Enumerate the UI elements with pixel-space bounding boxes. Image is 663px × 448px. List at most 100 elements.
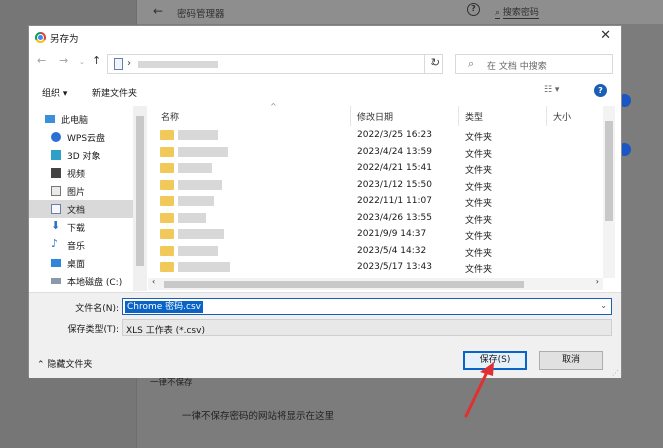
table-row[interactable]: 2022/3/25 16:23 文件夹 — [148, 127, 598, 144]
nav-item-downloads[interactable]: ⬇ 下载 — [29, 218, 133, 236]
row-date: 2023/5/4 14:32 — [357, 245, 427, 256]
file-list-horizontal-scrollbar[interactable]: ‹ › — [148, 277, 603, 290]
nav-item-music[interactable]: ♪ 音乐 — [29, 236, 133, 254]
folder-icon — [160, 212, 174, 223]
background-header: ← 密码管理器 ? ⌕ 搜索密码 — [137, 0, 663, 24]
navigation-pane: 此电脑 WPS云盘 3D 对象 视频 图片 文档 ⬇ 下载 ♪ 音乐 桌面 本地… — [29, 106, 147, 291]
forward-icon[interactable]: → — [59, 54, 68, 67]
table-row[interactable]: 2023/5/4 14:32 文件夹 — [148, 243, 598, 260]
save-as-dialog: 另存为 ✕ ← → ⌄ ↑ › ⌄ ↻ ⌕ 在 文档 中搜索 组织 ▾ 新建文件… — [28, 25, 622, 378]
view-options-icon[interactable]: ☷ ▾ — [544, 85, 559, 95]
nav-item-label: 桌面 — [67, 260, 86, 270]
back-icon[interactable]: ← — [37, 54, 46, 67]
folder-icon — [160, 179, 174, 190]
nav-item-local-disk-c[interactable]: 本地磁盘 (C:) — [29, 272, 133, 290]
row-type: 文件夹 — [465, 265, 493, 275]
up-icon[interactable]: ↑ — [92, 54, 101, 67]
nav-item-label: WPS云盘 — [67, 134, 106, 144]
row-date: 2022/3/25 16:23 — [357, 130, 432, 140]
table-row[interactable]: 2023/4/24 13:59 文件夹 — [148, 144, 598, 161]
recent-chevron-icon[interactable]: ⌄ — [79, 58, 85, 66]
resize-grip-icon[interactable]: ⋰ — [612, 369, 619, 377]
row-date: 2022/11/1 11:07 — [357, 196, 432, 206]
help-icon[interactable]: ? — [467, 3, 480, 16]
navigation-bar: ← → ⌄ ↑ › ⌄ ↻ ⌕ 在 文档 中搜索 — [29, 54, 621, 74]
folder-search-placeholder: 在 文档 中搜索 — [487, 62, 547, 72]
row-date: 2023/1/12 15:50 — [357, 179, 432, 190]
scrollbar-thumb[interactable] — [136, 116, 144, 266]
blurred-filename — [178, 262, 230, 272]
organize-button[interactable]: 组织 ▾ — [42, 86, 67, 99]
table-row[interactable]: 2023/4/26 13:55 文件夹 — [148, 210, 598, 227]
dialog-titlebar: 另存为 ✕ — [29, 26, 621, 48]
folder-icon — [160, 163, 174, 173]
column-divider[interactable] — [546, 106, 547, 126]
desktop-icon — [51, 259, 61, 267]
help-icon[interactable]: ? — [594, 84, 607, 97]
sort-arrow-icon: ^ — [270, 102, 277, 111]
blurred-filename — [178, 130, 218, 140]
refresh-icon[interactable]: ↻ — [424, 54, 446, 74]
filetype-select[interactable]: XLS 工作表 (*.csv) ⌄ — [122, 319, 612, 336]
folder-search-input[interactable]: ⌕ 在 文档 中搜索 — [455, 54, 613, 74]
blurred-filename — [178, 179, 222, 190]
nav-item-pictures[interactable]: 图片 — [29, 182, 133, 200]
close-icon[interactable]: ✕ — [600, 28, 611, 43]
hide-folders-label: 隐藏文件夹 — [47, 360, 93, 370]
music-icon: ♪ — [51, 237, 59, 250]
scrollbar-thumb[interactable] — [605, 121, 613, 221]
table-row[interactable]: 2023/1/12 15:50 文件夹 — [148, 177, 598, 194]
scrollbar-thumb[interactable] — [164, 281, 524, 288]
nav-item-label: 视频 — [67, 170, 86, 180]
filename-value: Chrome 密码.csv — [125, 301, 203, 313]
scroll-right-icon[interactable]: › — [596, 277, 599, 286]
address-bar[interactable]: › ⌄ — [107, 54, 443, 74]
row-type: 文件夹 — [465, 199, 493, 209]
nav-item-label: 3D 对象 — [67, 152, 101, 162]
row-date: 2023/4/26 13:55 — [357, 212, 432, 223]
row-date: 2023/4/24 13:59 — [357, 146, 432, 157]
breadcrumb-separator-icon: › — [127, 58, 131, 69]
filename-label: 文件名(N): — [75, 304, 119, 314]
file-list-vertical-scrollbar[interactable] — [603, 106, 615, 278]
filename-dropdown-icon[interactable]: ⌄ — [600, 301, 607, 310]
table-row[interactable]: 2022/11/1 11:07 文件夹 — [148, 193, 598, 210]
table-row[interactable]: 2023/5/17 13:43 文件夹 — [148, 259, 598, 276]
filename-input[interactable]: Chrome 密码.csv ⌄ — [122, 298, 612, 315]
new-folder-button[interactable]: 新建文件夹 — [92, 86, 137, 99]
table-row[interactable]: 2022/4/21 15:41 文件夹 — [148, 160, 598, 177]
hide-folders-toggle[interactable]: ⌃ 隐藏文件夹 — [37, 357, 92, 370]
column-divider[interactable] — [458, 106, 459, 126]
drive-icon — [51, 278, 61, 284]
command-bar: 组织 ▾ 新建文件夹 ☷ ▾ ? — [29, 81, 621, 103]
row-type: 文件夹 — [465, 182, 493, 193]
nav-item-wps-cloud[interactable]: WPS云盘 — [29, 128, 133, 146]
row-date: 2023/5/17 13:43 — [357, 262, 432, 272]
search-icon: ⌕ — [495, 8, 501, 19]
nav-item-3d-objects[interactable]: 3D 对象 — [29, 146, 133, 164]
cancel-button[interactable]: 取消 — [539, 351, 603, 370]
filetype-dropdown-icon[interactable]: ⌄ — [126, 322, 607, 331]
row-date: 2022/4/21 15:41 — [357, 163, 432, 173]
column-divider[interactable] — [350, 106, 351, 126]
nav-item-documents[interactable]: 文档 — [29, 200, 133, 218]
nav-pane-scrollbar[interactable] — [133, 106, 147, 291]
back-arrow-icon[interactable]: ← — [153, 4, 163, 18]
folder-icon — [160, 130, 174, 140]
nav-item-videos[interactable]: 视频 — [29, 164, 133, 182]
blurred-filename — [178, 212, 206, 223]
nav-item-label: 音乐 — [67, 242, 86, 252]
nav-item-desktop[interactable]: 桌面 — [29, 254, 133, 272]
blurred-filename — [178, 196, 214, 206]
table-row[interactable]: 2021/9/9 14:37 文件夹 — [148, 226, 598, 243]
nav-item-this-pc[interactable]: 此电脑 — [29, 110, 133, 128]
download-icon: ⬇ — [51, 219, 61, 232]
password-search-placeholder: 搜索密码 — [502, 8, 539, 19]
picture-icon — [51, 186, 61, 196]
password-search[interactable]: ⌕ 搜索密码 — [495, 5, 539, 19]
computer-icon — [45, 115, 55, 123]
folder-icon — [160, 245, 174, 256]
filetype-label: 保存类型(T): — [67, 325, 119, 335]
row-type: 文件夹 — [465, 166, 493, 176]
scroll-left-icon[interactable]: ‹ — [152, 277, 155, 286]
